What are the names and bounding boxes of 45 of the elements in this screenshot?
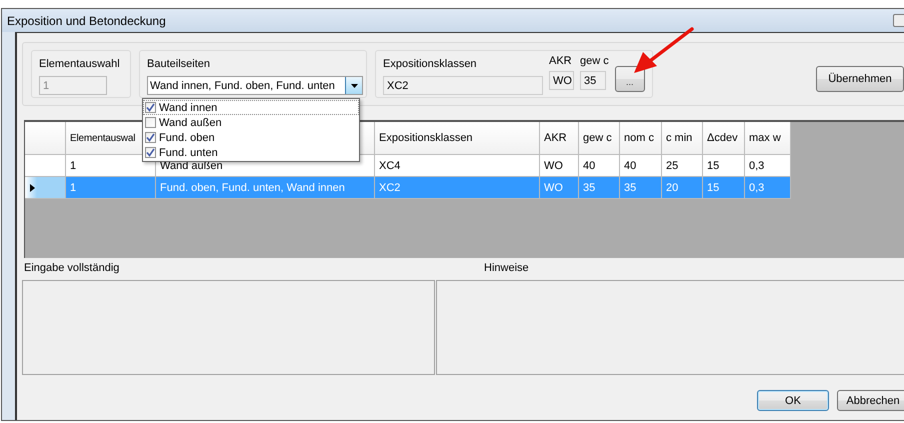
field-label: Eingabe vollständig	[23, 262, 120, 276]
table-cell: 40	[579, 155, 620, 177]
dropdown-arrow-icon	[350, 84, 358, 88]
field-label: Expositionsklassen	[383, 58, 478, 72]
apply-button[interactable]: Übernehmen	[816, 66, 904, 92]
checklist-item[interactable]: Fund. oben	[143, 130, 359, 145]
field-label: Hinweise	[483, 262, 530, 276]
table-cell: 35	[620, 177, 662, 199]
row-header[interactable]	[25, 177, 66, 199]
field-label: AKR	[549, 55, 573, 69]
table-cell: 40	[620, 155, 662, 177]
checkbox[interactable]	[145, 147, 156, 158]
table-cell: 0,3	[745, 177, 791, 199]
table-cell: 15	[703, 155, 745, 177]
table-cell: 35	[579, 177, 620, 199]
table-cell: WO	[540, 155, 579, 177]
table-cell: XC2	[375, 177, 540, 199]
checklist-item[interactable]: Wand außen	[143, 115, 359, 130]
table-cell: XC4	[375, 155, 540, 177]
arrow-drawing	[634, 27, 694, 73]
table-cell: WO	[540, 177, 579, 199]
table-cell: 1	[66, 155, 156, 177]
field-label: Elementauswahl	[39, 58, 120, 72]
exposure-field[interactable]: XC2	[383, 76, 543, 95]
checkbox[interactable]	[145, 117, 156, 128]
checkbox[interactable]	[145, 132, 156, 143]
dialog-button[interactable]: OK	[757, 390, 829, 411]
field-label: Bauteilseiten	[147, 58, 211, 72]
browse-button[interactable]: ...	[614, 66, 645, 92]
field-label: gew c	[580, 55, 609, 69]
akr-field[interactable]: WO	[549, 71, 574, 90]
table-cell: 25	[662, 155, 703, 177]
table-cell: 0,3	[745, 155, 791, 177]
window-title: Exposition und Betondeckung	[7, 14, 166, 28]
table-cell: 20	[662, 177, 703, 199]
current-row-icon	[30, 184, 35, 192]
table-cell: 1	[66, 177, 156, 199]
cover-field[interactable]: 35	[580, 71, 606, 90]
sides-dropdown[interactable]: Wand innen, Fund. oben, Fund. unten	[147, 76, 363, 95]
table-cell: 15	[703, 177, 745, 199]
checkbox[interactable]	[145, 102, 156, 113]
close-button[interactable]	[893, 14, 904, 27]
checklist-item[interactable]: Wand innen	[143, 100, 359, 115]
dialog-button[interactable]: Abbrechen	[837, 390, 904, 411]
table-cell: Fund. oben, Fund. unten, Wand innen	[156, 177, 375, 199]
